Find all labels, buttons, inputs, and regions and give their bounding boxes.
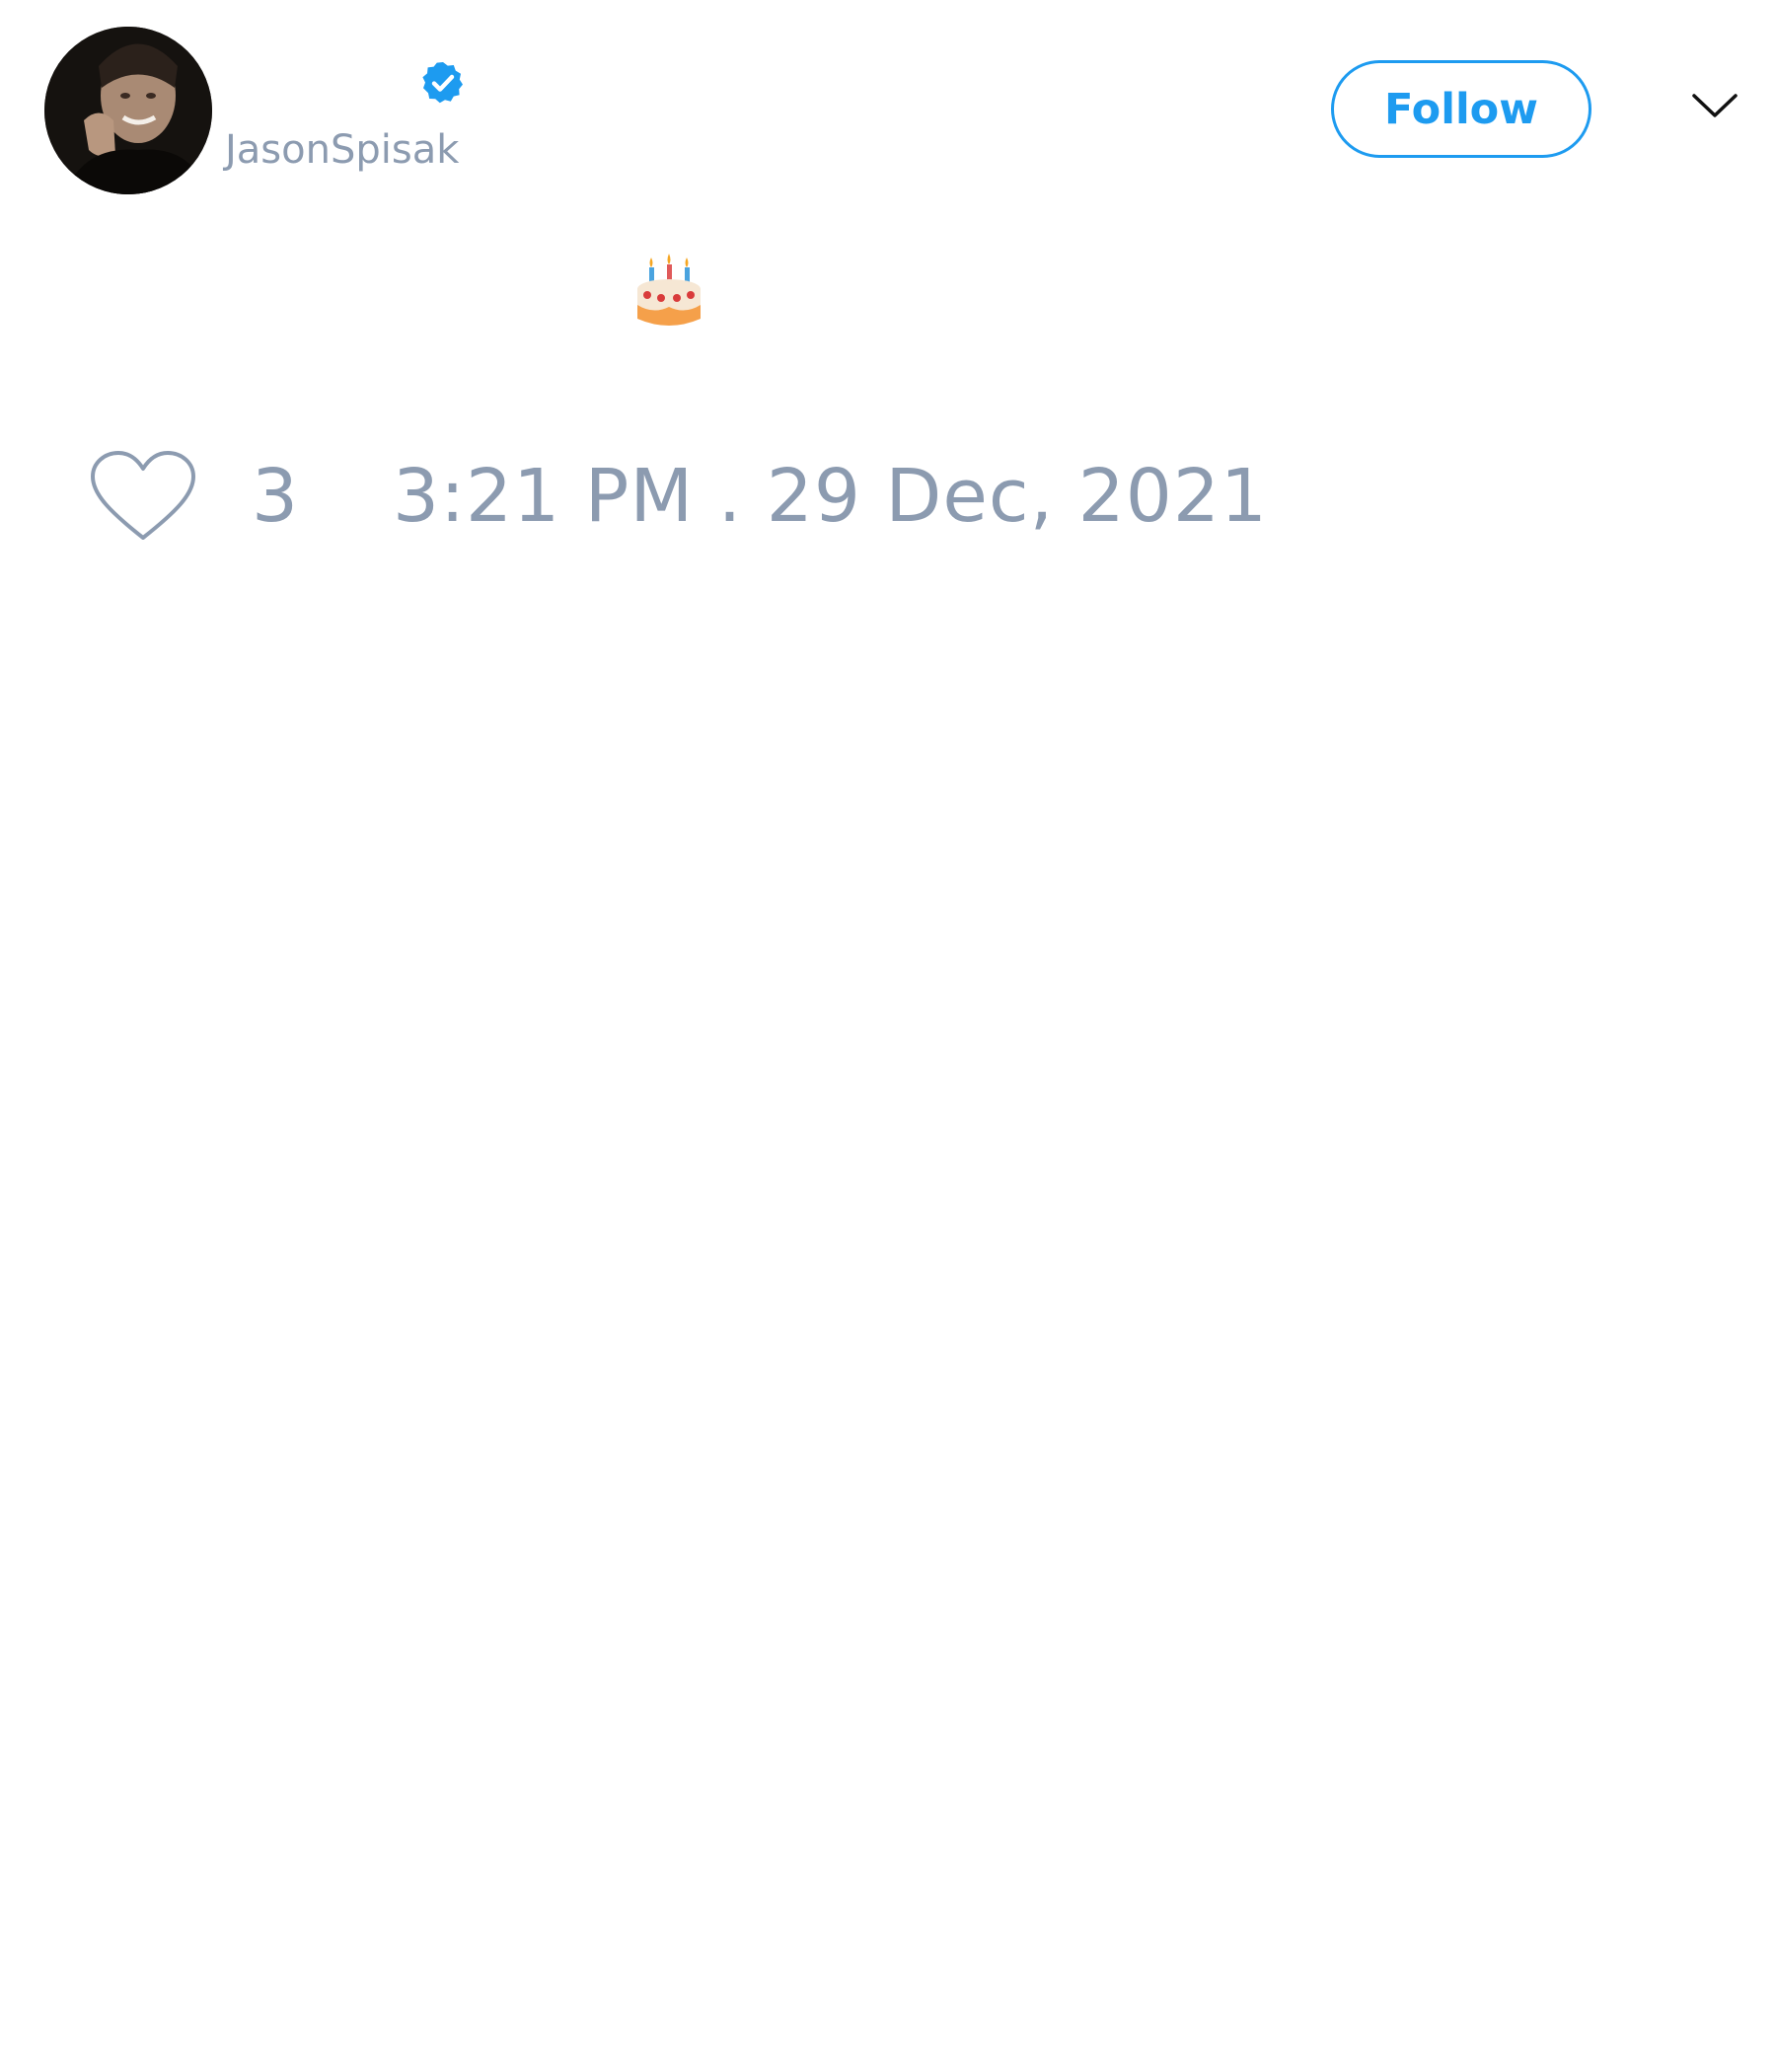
verified-badge-icon: [422, 62, 463, 104]
heart-outline-icon[interactable]: [89, 449, 197, 544]
author-handle[interactable]: JasonSpisak: [225, 126, 459, 174]
profile-photo: [44, 27, 212, 194]
chevron-down-icon[interactable]: [1691, 91, 1739, 120]
tweet-timestamp[interactable]: 3:21 PM . 29 Dec, 2021: [393, 452, 1268, 541]
avatar[interactable]: [44, 27, 212, 194]
follow-button[interactable]: Follow: [1331, 60, 1591, 158]
like-count: 3: [252, 454, 299, 539]
birthday-cake-icon: [637, 254, 701, 326]
